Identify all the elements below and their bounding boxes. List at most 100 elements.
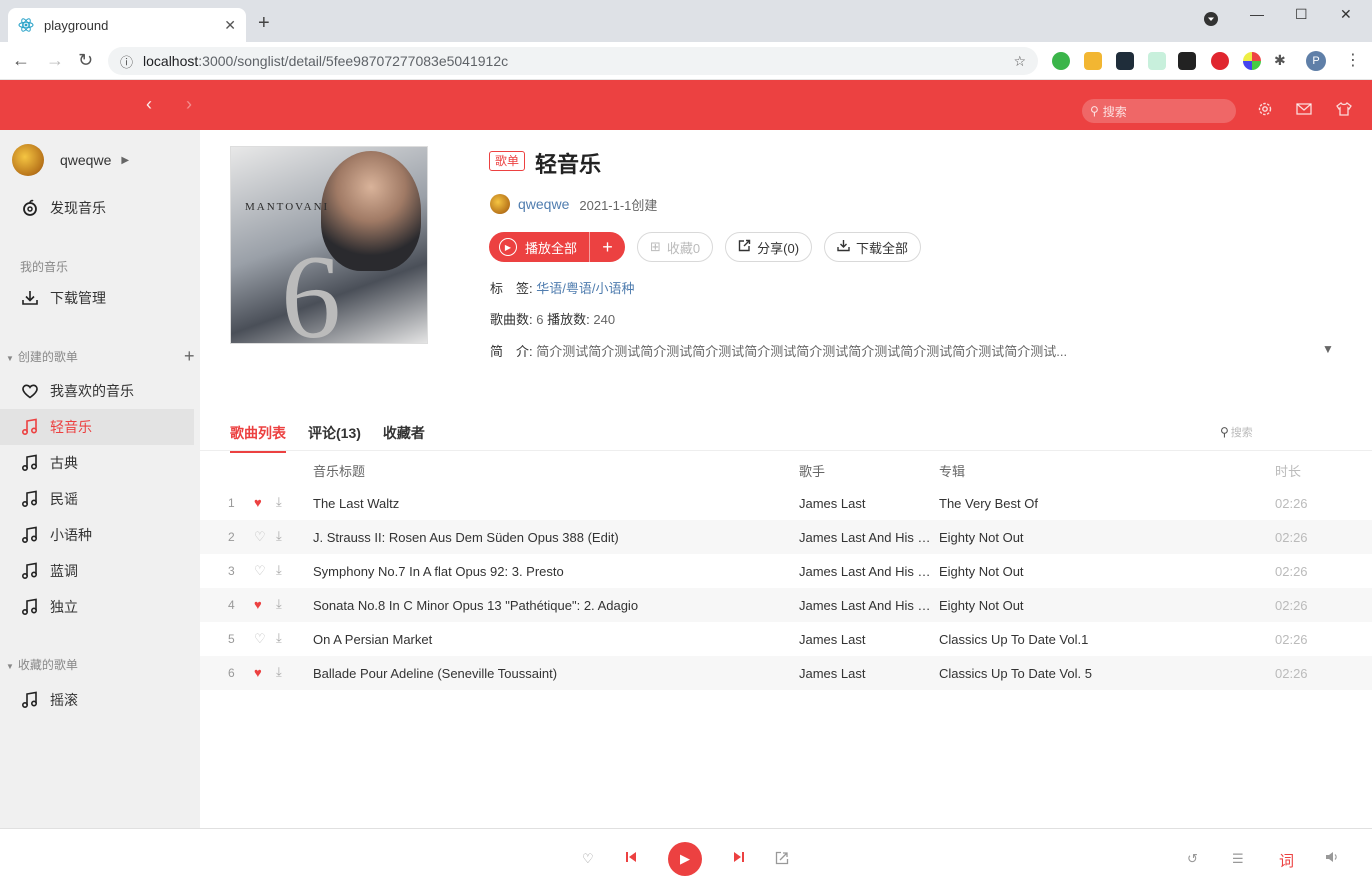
table-row[interactable]: 1 ♥ ⤓ The Last Waltz James Last The Very Best…: [200, 486, 1372, 520]
profile-avatar[interactable]: P: [1306, 51, 1326, 71]
extension-red-icon[interactable]: [1211, 52, 1229, 70]
maximize-icon[interactable]: ☐: [1295, 6, 1308, 23]
sidebar-item-playlist-active[interactable]: 轻音乐: [0, 409, 194, 445]
sidebar-item-playlist[interactable]: 摇滚: [0, 682, 194, 718]
sidebar-item-playlist[interactable]: 独立: [0, 589, 194, 625]
download-icon[interactable]: ⤓: [276, 562, 282, 578]
download-icon[interactable]: ⤓: [276, 630, 282, 646]
extension-react-devtools-icon[interactable]: [1116, 52, 1134, 70]
play-button[interactable]: ▶: [668, 842, 702, 876]
song-artist-link[interactable]: James Last: [799, 496, 935, 511]
creator-name-link[interactable]: qweqwe: [518, 196, 569, 212]
reload-icon[interactable]: ↻: [78, 50, 93, 71]
song-album-link[interactable]: Classics Up To Date Vol.1: [939, 632, 1239, 647]
song-artist-link[interactable]: James Last: [799, 666, 935, 681]
sidebar-item-playlist[interactable]: 民谣: [0, 481, 194, 517]
tab-collectors[interactable]: 收藏者: [383, 423, 425, 453]
liked-heart-icon[interactable]: ♥: [254, 495, 262, 510]
extension-green-icon[interactable]: [1052, 52, 1070, 70]
back-arrow-icon[interactable]: ‹: [146, 94, 152, 115]
extensions-puzzle-icon[interactable]: ✱: [1274, 52, 1292, 70]
column-album[interactable]: 专辑: [939, 461, 965, 480]
column-title[interactable]: 音乐标题: [313, 461, 365, 480]
site-info-icon[interactable]: ⓘ: [120, 52, 133, 71]
table-row[interactable]: 6 ♥ ⤓ Ballade Pour Adeline (Seneville Touss…: [200, 656, 1372, 690]
creator-avatar[interactable]: [490, 194, 510, 214]
new-tab-icon[interactable]: +: [258, 12, 270, 35]
browser-tab[interactable]: playground ✕: [8, 8, 246, 42]
add-to-queue-button[interactable]: +: [589, 232, 625, 262]
heart-outline-icon[interactable]: ♡: [254, 631, 266, 647]
bookmark-star-icon[interactable]: ☆: [1013, 53, 1026, 70]
header-search-input[interactable]: ⚲ 搜索: [1082, 99, 1236, 123]
previous-track-icon[interactable]: [625, 851, 637, 863]
download-all-button[interactable]: 下载全部: [824, 232, 922, 262]
sidebar-item-downloads[interactable]: 下载管理: [0, 280, 194, 316]
user-profile[interactable]: qweqwe ▶: [12, 144, 129, 176]
sidebar-item-playlist[interactable]: 小语种: [0, 517, 194, 553]
table-row[interactable]: 2 ♡ ⤓ J. Strauss II: Rosen Aus Dem Süden Op…: [200, 520, 1372, 554]
download-icon[interactable]: ⤓: [276, 528, 282, 544]
download-icon[interactable]: ⤓: [276, 494, 282, 510]
close-tab-icon[interactable]: ✕: [224, 17, 236, 34]
volume-icon[interactable]: [1325, 851, 1339, 863]
column-duration[interactable]: 时长: [1275, 461, 1301, 480]
song-album-link[interactable]: Eighty Not Out: [939, 564, 1239, 579]
forward-arrow-icon[interactable]: ›: [186, 94, 192, 115]
heart-outline-icon[interactable]: ♡: [254, 563, 266, 579]
collect-button[interactable]: ⊞ 收藏0: [637, 232, 714, 262]
menu-kebab-icon[interactable]: ⋮: [1345, 50, 1361, 70]
share-track-icon[interactable]: [775, 851, 789, 865]
extension-color-icon[interactable]: [1243, 52, 1261, 70]
lyric-toggle[interactable]: 词: [1279, 850, 1294, 871]
sidebar-item-playlist[interactable]: 蓝调: [0, 553, 194, 589]
tab-comments[interactable]: 评论(13): [308, 423, 361, 453]
settings-gear-icon[interactable]: [1256, 100, 1274, 118]
list-search-input[interactable]: ⚲ 搜索: [1220, 423, 1368, 441]
skin-tshirt-icon[interactable]: [1335, 100, 1353, 118]
like-heart-icon[interactable]: ♡: [582, 851, 594, 867]
close-window-icon[interactable]: ✕: [1340, 6, 1352, 23]
player-bar: ♡ ▶ ↺ ☰ 词: [0, 828, 1372, 888]
song-artist-link[interactable]: James Last: [799, 632, 935, 647]
sidebar-item-discover[interactable]: 发现音乐: [0, 190, 194, 226]
section-created-playlists[interactable]: ▼ 创建的歌单: [6, 348, 78, 365]
playlist-queue-icon[interactable]: ☰: [1232, 851, 1244, 867]
song-album-link[interactable]: The Very Best Of: [939, 496, 1239, 511]
table-row[interactable]: 5 ♡ ⤓ On A Persian Market James Last Classics…: [200, 622, 1372, 656]
expand-description-icon[interactable]: ▼: [1322, 342, 1334, 356]
heart-outline-icon[interactable]: ♡: [254, 529, 266, 545]
share-button[interactable]: 分享(0): [725, 232, 813, 262]
song-album-link[interactable]: Eighty Not Out: [939, 598, 1239, 613]
next-track-icon[interactable]: [733, 851, 745, 863]
address-bar[interactable]: ⓘ localhost:3000/songlist/detail/5fee987…: [108, 47, 1038, 75]
extension-vue-icon[interactable]: [1148, 52, 1166, 70]
liked-heart-icon[interactable]: ♥: [254, 597, 262, 612]
minimize-icon[interactable]: —: [1250, 6, 1264, 22]
column-artist[interactable]: 歌手: [799, 461, 825, 480]
extension-dark-icon[interactable]: [1178, 52, 1196, 70]
liked-heart-icon[interactable]: ♥: [254, 665, 262, 680]
song-artist-link[interactable]: James Last And His Orchestra: [799, 564, 935, 579]
tags-links[interactable]: 华语/粤语/小语种: [536, 281, 634, 296]
back-icon[interactable]: ←: [12, 50, 30, 71]
sidebar-item-playlist[interactable]: 我喜欢的音乐: [0, 373, 194, 409]
song-album-link[interactable]: Classics Up To Date Vol. 5: [939, 666, 1239, 681]
download-icon[interactable]: ⤓: [276, 596, 282, 612]
table-row[interactable]: 3 ♡ ⤓ Symphony No.7 In A flat Opus 92: 3. P…: [200, 554, 1372, 588]
repeat-mode-icon[interactable]: ↺: [1187, 851, 1198, 867]
song-album-link[interactable]: Eighty Not Out: [939, 530, 1239, 545]
extension-shield-icon[interactable]: [1084, 52, 1102, 70]
download-icon[interactable]: ⤓: [276, 664, 282, 680]
forward-icon[interactable]: →: [46, 50, 64, 71]
song-artist-link[interactable]: James Last And His Orchestra: [799, 530, 935, 545]
table-row[interactable]: 4 ♥ ⤓ Sonata No.8 In C Minor Opus 13 "Pathé…: [200, 588, 1372, 622]
profile-dropdown-icon[interactable]: [1204, 12, 1218, 29]
play-all-button[interactable]: ▶ 播放全部: [489, 232, 589, 262]
sidebar-item-playlist[interactable]: 古典: [0, 445, 194, 481]
section-collected-playlists[interactable]: ▼ 收藏的歌单: [6, 656, 78, 673]
song-artist-link[interactable]: James Last And His Orchestra: [799, 598, 935, 613]
mail-icon[interactable]: [1295, 100, 1313, 118]
add-playlist-icon[interactable]: +: [184, 346, 195, 367]
tab-song-list[interactable]: 歌曲列表: [230, 423, 286, 453]
